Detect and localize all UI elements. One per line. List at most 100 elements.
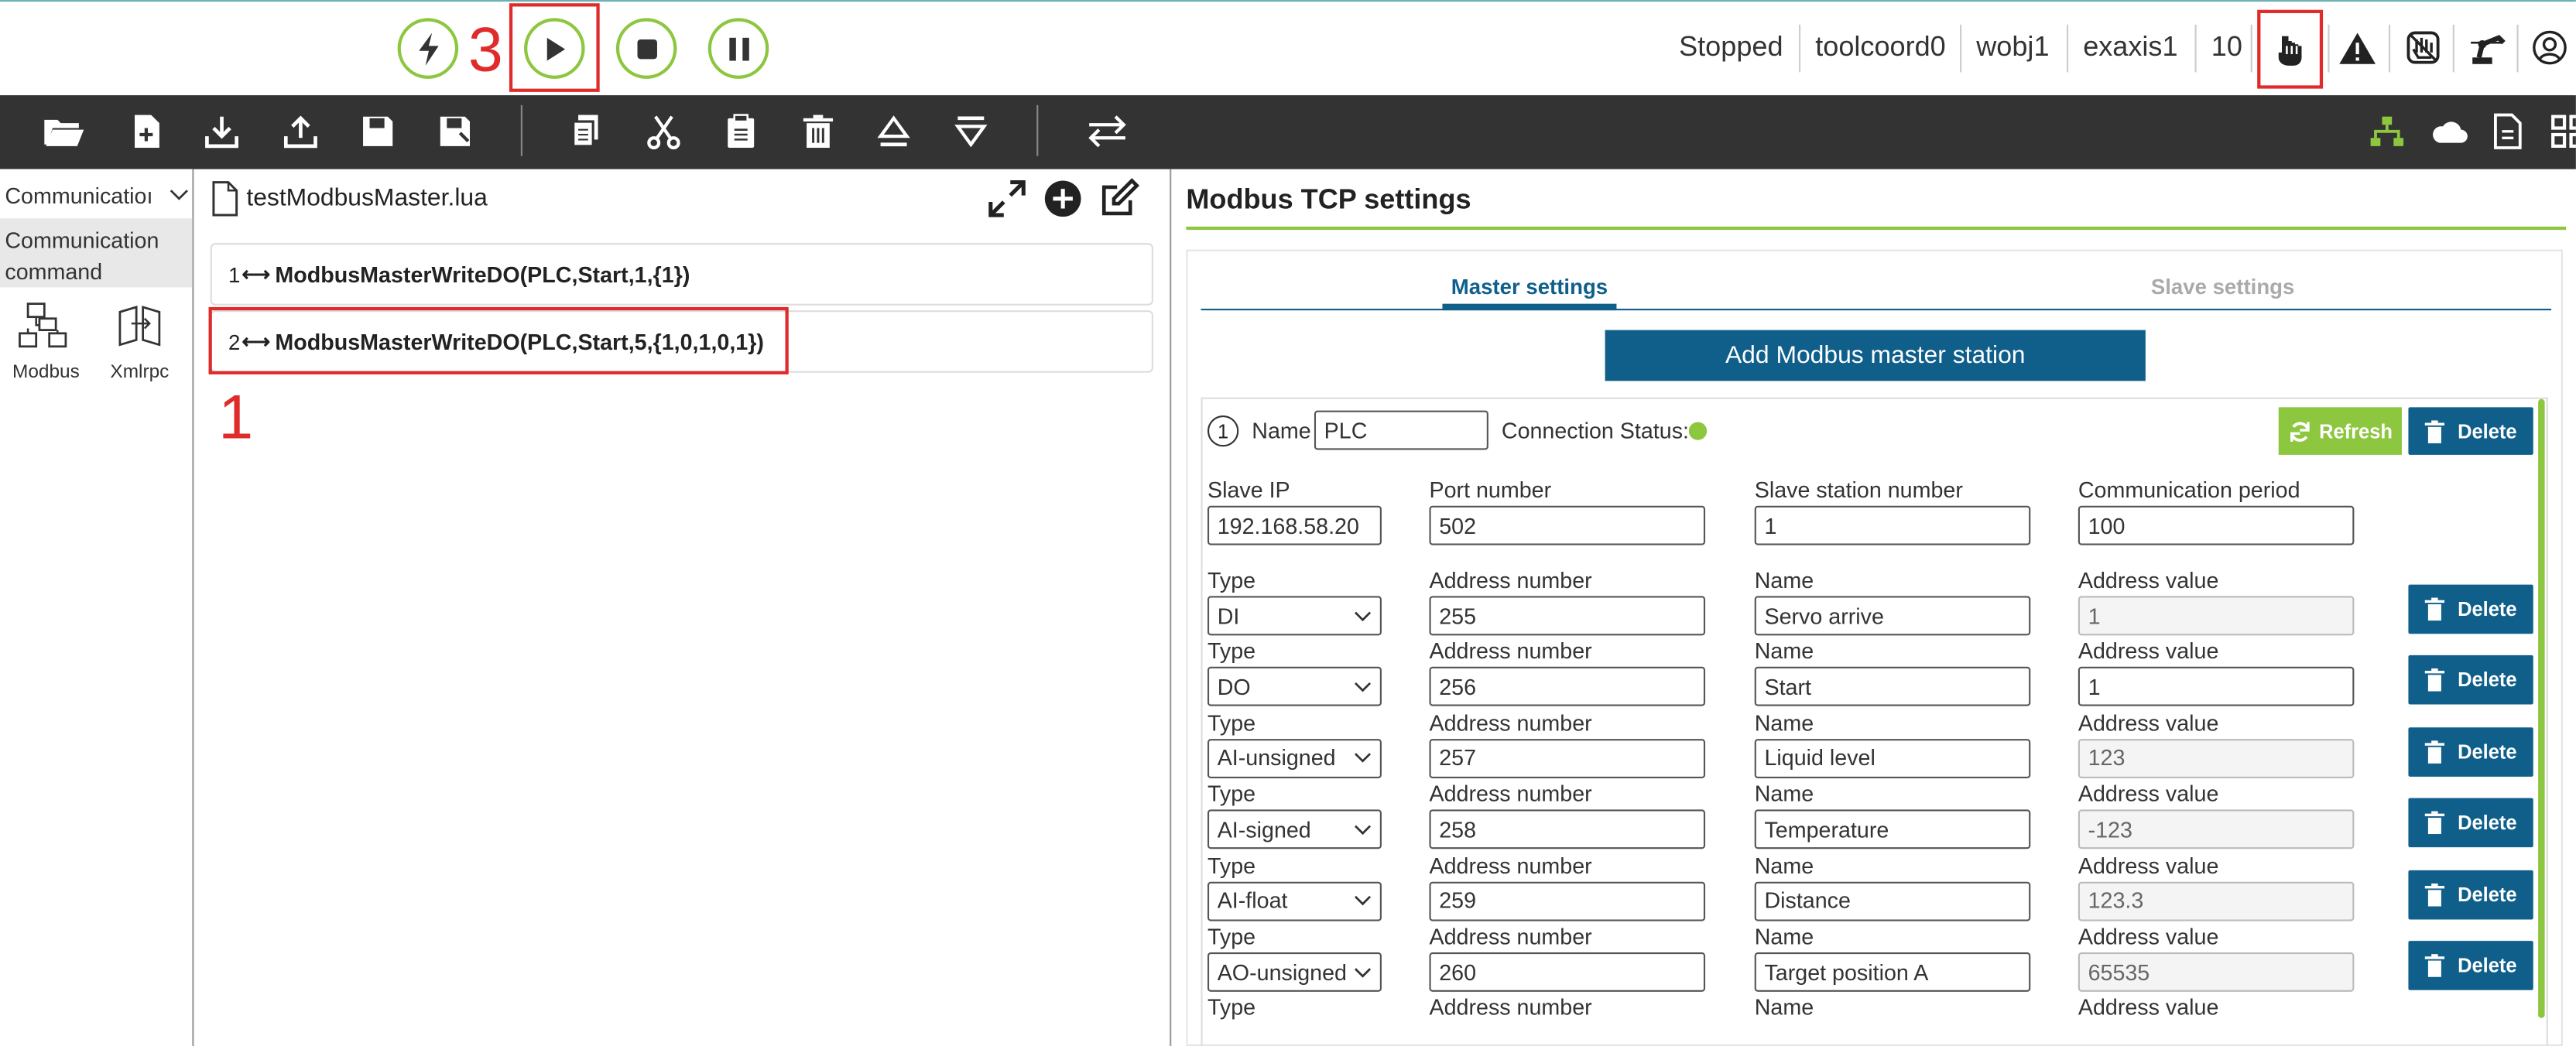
grid-icon[interactable]: [2550, 113, 2576, 149]
hand-mode-icon[interactable]: [2273, 31, 2306, 67]
address-number-label: Address number: [1429, 924, 1592, 949]
command-category-dropdown[interactable]: Communicatioı: [5, 180, 189, 210]
document-icon[interactable]: [2489, 113, 2525, 149]
highlight-line-2: [208, 306, 789, 374]
address-number-input[interactable]: 258: [1429, 809, 1706, 849]
robot-arm-icon[interactable]: [2469, 29, 2509, 66]
register-type-select[interactable]: AI-unsigned: [1207, 738, 1382, 778]
register-type-select[interactable]: DO: [1207, 667, 1382, 707]
register-type-value: AI-float: [1217, 888, 1288, 914]
address-value-label: Address value: [2078, 853, 2219, 878]
export-icon[interactable]: [283, 113, 319, 149]
xmlrpc-icon: [118, 306, 161, 347]
expand-icon[interactable]: [988, 179, 1027, 218]
register-type-select[interactable]: AO-unsigned: [1207, 952, 1382, 992]
pause-button[interactable]: [707, 18, 769, 79]
address-number-input[interactable]: 257: [1429, 738, 1706, 778]
trash-icon: [2424, 882, 2445, 906]
delete-label: Delete: [2458, 419, 2517, 443]
user-icon[interactable]: [2532, 29, 2568, 66]
new-file-icon[interactable]: [128, 113, 165, 149]
paste-icon[interactable]: [723, 113, 759, 149]
enable-button[interactable]: [397, 18, 459, 79]
name-col-label: Name: [1754, 639, 1814, 665]
copy-icon[interactable]: [568, 113, 605, 149]
station-name-input[interactable]: PLC: [1314, 410, 1488, 450]
import-icon[interactable]: [204, 113, 240, 149]
delete-register-button[interactable]: Delete: [2408, 655, 2533, 706]
delete-icon[interactable]: [800, 113, 837, 149]
add-command-icon[interactable]: [1043, 179, 1083, 218]
register-type-select[interactable]: AI-signed: [1207, 809, 1382, 849]
speed-value[interactable]: 10: [2211, 31, 2242, 63]
name-col-label: Name: [1754, 995, 1814, 1020]
swap-icon[interactable]: [1086, 113, 1129, 149]
drag-teach-icon[interactable]: [2405, 29, 2441, 66]
delete-label: Delete: [2458, 882, 2517, 906]
category-communication-command[interactable]: Communication command: [0, 218, 193, 288]
edit-icon[interactable]: [1099, 177, 1140, 218]
delete-register-button[interactable]: Delete: [2408, 584, 2533, 634]
network-icon[interactable]: [2369, 113, 2406, 149]
address-value-label: Address value: [2078, 924, 2219, 949]
lightning-icon: [418, 32, 438, 65]
register-name-input[interactable]: Start: [1754, 667, 2031, 707]
ext-axis-coord[interactable]: exaxis1: [2083, 31, 2177, 63]
open-folder-icon[interactable]: [43, 113, 85, 149]
slave-ip-input[interactable]: 192.168.58.20: [1207, 505, 1382, 545]
move-up-icon[interactable]: [875, 113, 912, 149]
delete-register-button[interactable]: Delete: [2408, 798, 2533, 848]
address-number-label: Address number: [1429, 568, 1592, 593]
address-number-input[interactable]: 259: [1429, 880, 1706, 921]
register-type-select[interactable]: AI-float: [1207, 880, 1382, 921]
line-number: 1: [228, 262, 241, 287]
delete-register-button[interactable]: Delete: [2408, 941, 2533, 990]
tab-master-settings[interactable]: Master settings: [1442, 274, 1616, 299]
register-name-input[interactable]: Distance: [1754, 880, 2031, 921]
type-label: Type: [1207, 568, 1256, 593]
save-as-icon[interactable]: [437, 113, 474, 149]
delete-station-button[interactable]: Delete: [2408, 407, 2533, 455]
type-label: Type: [1207, 924, 1256, 949]
stop-button[interactable]: [615, 18, 677, 79]
chevron-down-icon: [1355, 967, 1372, 977]
xmlrpc-command[interactable]: Xmlrpc: [102, 303, 178, 385]
port-number-input[interactable]: 502: [1429, 505, 1706, 545]
register-type-value: AI-unsigned: [1217, 746, 1336, 771]
workpiece-coord[interactable]: wobj1: [1976, 31, 2049, 63]
delete-register-button[interactable]: Delete: [2408, 726, 2533, 777]
communication-period-input[interactable]: 100: [2078, 505, 2355, 545]
file-icon: [212, 181, 238, 217]
register-name-input[interactable]: Temperature: [1754, 809, 2031, 849]
register-name-input[interactable]: Target position A: [1754, 952, 2031, 992]
line-code: ModbusMasterWriteDO(PLC,Start,1,{1}): [275, 262, 690, 287]
program-line-1[interactable]: 1 ⟷ ModbusMasterWriteDO(PLC,Start,1,{1}): [210, 243, 1153, 306]
address-value-label: Address value: [2078, 710, 2219, 736]
tab-slave-settings[interactable]: Slave settings: [2136, 274, 2310, 299]
trash-icon: [2424, 954, 2445, 977]
address-number-input[interactable]: 255: [1429, 596, 1706, 636]
warning-icon[interactable]: [2338, 31, 2377, 66]
register-name-input[interactable]: Servo arrive: [1754, 596, 2031, 636]
address-number-input[interactable]: 260: [1429, 952, 1706, 992]
register-name-input[interactable]: Liquid level: [1754, 738, 2031, 778]
address-value-input[interactable]: 1: [2078, 667, 2355, 707]
trash-icon: [2424, 419, 2445, 443]
cut-icon[interactable]: [646, 113, 682, 150]
modbus-command[interactable]: Modbus: [9, 303, 84, 385]
category-label-line2: command: [5, 259, 103, 285]
address-number-input[interactable]: 256: [1429, 667, 1706, 707]
tool-coord[interactable]: toolcoord0: [1815, 31, 1945, 63]
delete-register-button[interactable]: Delete: [2408, 870, 2533, 919]
delete-label: Delete: [2458, 597, 2517, 621]
category-label-line1: Communication: [5, 228, 159, 253]
move-down-icon[interactable]: [953, 113, 989, 149]
add-master-station-button[interactable]: Add Modbus master station: [1605, 330, 2146, 381]
slave-station-number-input[interactable]: 1: [1754, 505, 2031, 545]
register-type-select[interactable]: DI: [1207, 596, 1382, 636]
save-icon[interactable]: [360, 113, 396, 149]
run-button[interactable]: [524, 18, 585, 79]
cloud-icon[interactable]: [2430, 113, 2469, 149]
refresh-button[interactable]: Refresh: [2278, 407, 2402, 455]
station-index: 1: [1207, 415, 1239, 447]
